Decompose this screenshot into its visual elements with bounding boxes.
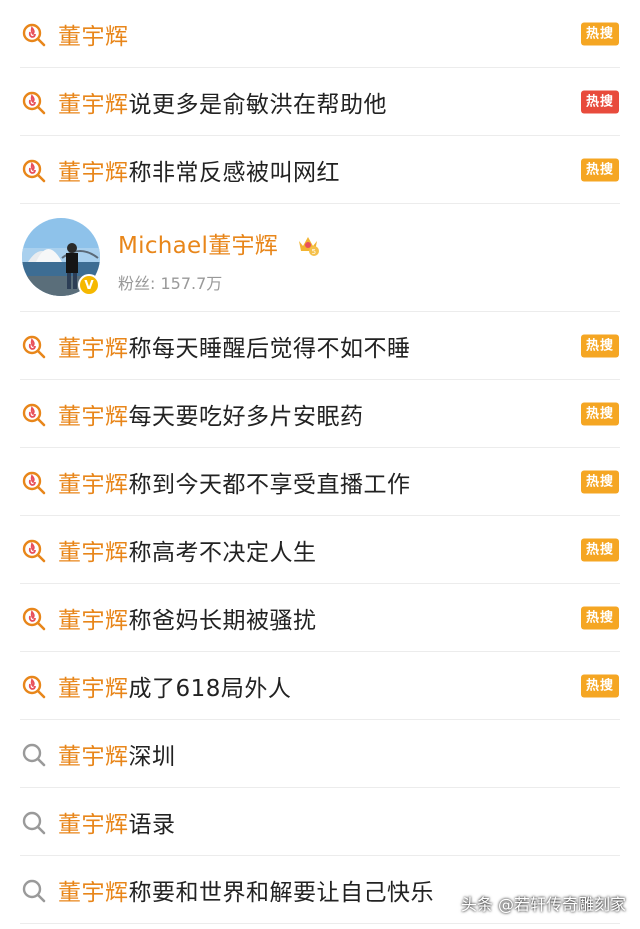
- suggestion-keyword: 董宇辉: [58, 676, 129, 702]
- suggestion-suffix: 称爸妈长期被骚扰: [128, 608, 317, 634]
- suggestion-row[interactable]: 董宇辉称到今天都不享受直播工作 热搜: [0, 448, 640, 516]
- user-card[interactable]: V Michael董宇辉 5 粉丝: 157.7万: [0, 204, 640, 312]
- hot-search-icon: [22, 607, 46, 631]
- suggestion-keyword: 董宇辉: [58, 608, 129, 634]
- suggestion-row[interactable]: 董宇辉成了618局外人 热搜: [0, 652, 640, 720]
- search-icon: [22, 743, 46, 767]
- hot-badge: 热搜: [581, 674, 619, 698]
- suggestion-text: 董宇辉深圳: [58, 737, 176, 771]
- user-name[interactable]: Michael董宇辉 5: [118, 226, 320, 260]
- hot-search-icon: [22, 675, 46, 699]
- hot-search-icon: [22, 471, 46, 495]
- suggestion-keyword: 董宇辉: [58, 744, 129, 770]
- hot-badge: 热搜: [581, 538, 619, 562]
- hot-search-icon: [22, 23, 46, 47]
- suggestion-keyword: 董宇辉: [58, 540, 129, 566]
- suggestion-keyword: 董宇辉: [58, 336, 129, 362]
- suggestion-text: 董宇辉称每天睡醒后觉得不如不睡: [58, 329, 411, 363]
- watermark: 头条 @若轩传奇雕刻家: [460, 895, 626, 914]
- suggestion-row[interactable]: 董宇辉深圳: [0, 720, 640, 788]
- suggestion-row[interactable]: 董宇辉称非常反感被叫网红 热搜: [0, 136, 640, 204]
- suggestion-keyword: 董宇辉: [58, 160, 129, 186]
- suggestion-keyword: 董宇辉: [58, 472, 129, 498]
- suggestion-keyword: 董宇辉: [58, 24, 129, 50]
- suggestion-suffix: 称高考不决定人生: [128, 540, 317, 566]
- hot-badge: 热搜: [581, 158, 619, 182]
- suggestion-row[interactable]: 董宇辉语录: [0, 788, 640, 856]
- hot-search-icon: [22, 159, 46, 183]
- suggestion-row[interactable]: 董宇辉称每天睡醒后觉得不如不睡 热搜: [0, 312, 640, 380]
- suggestion-suffix: 称非常反感被叫网红: [128, 160, 340, 186]
- suggestion-suffix: 语录: [128, 812, 176, 838]
- suggestion-keyword: 董宇辉: [58, 880, 129, 906]
- suggestion-text: 董宇辉每天要吃好多片安眠药: [58, 397, 364, 431]
- hot-search-icon: [22, 539, 46, 563]
- hot-badge: 热搜: [581, 402, 619, 426]
- hot-badge: 热搜: [581, 606, 619, 630]
- suggestion-text: 董宇辉称高考不决定人生: [58, 533, 317, 567]
- level-number: 5: [311, 248, 316, 256]
- suggestion-suffix: 称要和世界和解要让自己快乐: [128, 880, 434, 906]
- fans-count: 粉丝: 157.7万: [118, 274, 223, 293]
- hot-badge: 热搜: [581, 470, 619, 494]
- suggestion-suffix: 深圳: [128, 744, 176, 770]
- crown-icon: 5: [298, 237, 319, 256]
- suggestion-row[interactable]: 董宇辉说更多是俞敏洪在帮助他 热搜: [0, 68, 640, 136]
- suggestion-suffix: 称每天睡醒后觉得不如不睡: [128, 336, 411, 362]
- suggestion-row[interactable]: 董宇辉每天要吃好多片安眠药 热搜: [0, 380, 640, 448]
- suggestion-text: 董宇辉成了618局外人: [58, 669, 291, 703]
- suggestion-row[interactable]: 董宇辉 热搜: [0, 0, 640, 68]
- search-suggestion-list: 董宇辉 热搜 董宇辉说更多是俞敏洪在帮助他 热搜 董宇辉称非常反感被叫网红 热搜 V …: [0, 0, 640, 924]
- suggestion-text: 董宇辉称非常反感被叫网红: [58, 153, 340, 187]
- hot-badge: 热搜: [581, 90, 619, 114]
- hot-search-icon: [22, 335, 46, 359]
- suggestion-keyword: 董宇辉: [58, 812, 129, 838]
- suggestion-keyword: 董宇辉: [58, 92, 129, 118]
- suggestion-keyword: 董宇辉: [58, 404, 129, 430]
- search-icon: [22, 811, 46, 835]
- hot-badge: 热搜: [581, 22, 619, 46]
- suggestion-suffix: 每天要吃好多片安眠药: [128, 404, 364, 430]
- hot-search-icon: [22, 403, 46, 427]
- suggestion-suffix: 说更多是俞敏洪在帮助他: [128, 92, 387, 118]
- suggestion-suffix: 称到今天都不享受直播工作: [128, 472, 411, 498]
- hot-search-icon: [22, 91, 46, 115]
- verified-v-icon: V: [78, 274, 100, 296]
- hot-badge: 热搜: [581, 334, 619, 358]
- suggestion-text: 董宇辉称要和世界和解要让自己快乐: [58, 873, 434, 907]
- suggestion-suffix: 成了618局外人: [128, 676, 292, 702]
- suggestion-text: 董宇辉称爸妈长期被骚扰: [58, 601, 317, 635]
- suggestion-row[interactable]: 董宇辉称爸妈长期被骚扰 热搜: [0, 584, 640, 652]
- suggestion-text: 董宇辉: [58, 17, 129, 51]
- user-name-text: Michael董宇辉: [118, 233, 279, 259]
- suggestion-text: 董宇辉说更多是俞敏洪在帮助他: [58, 85, 387, 119]
- suggestion-text: 董宇辉称到今天都不享受直播工作: [58, 465, 411, 499]
- suggestion-text: 董宇辉语录: [58, 805, 176, 839]
- suggestion-row[interactable]: 董宇辉称高考不决定人生 热搜: [0, 516, 640, 584]
- search-icon: [22, 879, 46, 903]
